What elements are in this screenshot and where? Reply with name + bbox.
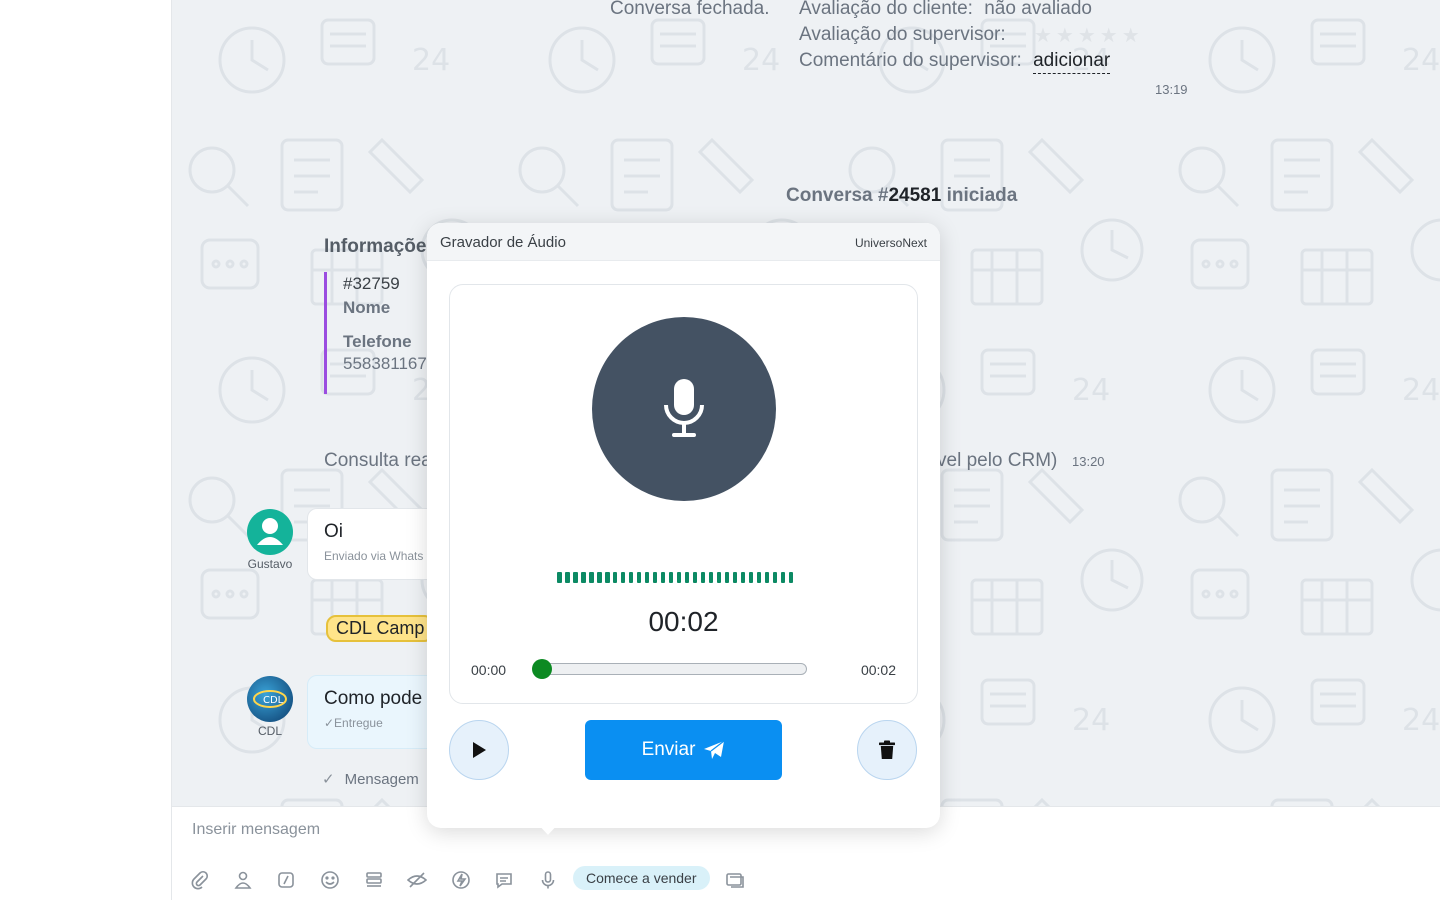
sender-name-gustavo: Gustavo [247, 557, 293, 571]
start-selling-pill[interactable]: Comece a vender [573, 866, 710, 890]
supervisor-rating-stars[interactable]: ★★★★★ [1034, 23, 1144, 48]
waveform-bar [668, 572, 674, 583]
recorder-brand: UniversoNext [854, 236, 927, 250]
waveform-bar [588, 572, 594, 583]
paper-plane-icon [704, 740, 725, 759]
client-rating-value: não avaliado [984, 0, 1092, 19]
waveform-bar [700, 572, 706, 583]
conversation-started-suffix: iniciada [941, 185, 1018, 206]
recorder-title: Gravador de Áudio [440, 234, 566, 251]
lightning-icon[interactable] [450, 869, 472, 891]
delete-recording-button[interactable] [857, 720, 917, 780]
user-icon [257, 518, 283, 545]
microphone-icon [664, 379, 704, 437]
supervisor-comment: Comentário do supervisor: adicionar [799, 50, 1111, 74]
waveform-bar [692, 572, 698, 583]
waveform-bar [644, 572, 650, 583]
waveform-bar [780, 572, 786, 583]
template-list-icon[interactable] [363, 869, 385, 891]
record-button[interactable] [592, 317, 776, 501]
waveform-bar [572, 572, 578, 583]
recorder-header: Gravador de Áudio UniversoNext [427, 223, 940, 261]
playback-track[interactable] [541, 663, 807, 675]
emoji-icon[interactable] [319, 869, 341, 891]
waveform-bar [772, 572, 778, 583]
waveform-bar [740, 572, 746, 583]
cdl-logo-icon: CDL [253, 690, 287, 708]
contact-icon[interactable] [232, 869, 254, 891]
send-audio-button[interactable]: Enviar [585, 720, 782, 780]
waveform-bar [732, 572, 738, 583]
send-label: Enviar [641, 739, 696, 760]
conversation-closed-text: Conversa fechada. [610, 0, 770, 19]
waveform-bar [660, 572, 666, 583]
left-pane [0, 0, 172, 900]
crm-line-left: Consulta rea [324, 450, 432, 471]
audio-recorder-modal: Gravador de Áudio UniversoNext 00:02 00:… [427, 223, 940, 835]
waveform-bar [708, 572, 714, 583]
waveform-bar [564, 572, 570, 583]
trash-icon [879, 740, 895, 759]
waveform-bar [557, 572, 562, 583]
waveform-bar [724, 572, 730, 583]
sender-name-cdl: CDL [257, 724, 282, 738]
message-input[interactable]: Inserir mensagem [192, 821, 320, 839]
waveform-bar [580, 572, 586, 583]
svg-text:CDL: CDL [263, 695, 284, 706]
waveform-bar [748, 572, 754, 583]
waveform-bar [620, 572, 626, 583]
waveform-bar [764, 572, 770, 583]
waveform-bar [596, 572, 602, 583]
avatar-gustavo [247, 509, 293, 555]
supervisor-comment-label: Comentário do supervisor: [799, 50, 1022, 71]
add-comment-link[interactable]: adicionar [1033, 50, 1111, 74]
message-status-line: ✓ Mensagem [322, 770, 419, 788]
waveform-bar [636, 572, 642, 583]
playback-end-time: 00:02 [860, 662, 896, 678]
private-note-icon[interactable] [406, 869, 428, 891]
client-rating-label: Avaliação do cliente: [799, 0, 973, 19]
play-button[interactable] [449, 720, 509, 780]
attach-icon[interactable] [189, 869, 211, 891]
waveform-bar [788, 572, 794, 583]
waveform-bar [628, 572, 634, 583]
recorder-panel: 00:02 00:00 00:02 [449, 284, 918, 704]
contact-info: Informaçõe #32759 Nome Telefone 55838116… [324, 236, 427, 394]
chat-bubble-icon[interactable] [493, 869, 515, 891]
playback-start-time: 00:00 [471, 662, 507, 678]
waveform-bar [676, 572, 682, 583]
client-rating: Avaliação do cliente: não avaliado [799, 0, 1092, 20]
window-icon[interactable] [724, 869, 746, 891]
playback-scrubber-thumb[interactable] [532, 659, 552, 679]
crm-timestamp: 13:20 [1072, 454, 1105, 469]
closed-timestamp: 13:19 [1155, 82, 1188, 97]
waveform-bar [684, 572, 690, 583]
crm-line-right: vel pelo CRM) [937, 450, 1058, 471]
waveform-bar [612, 572, 618, 583]
conversation-started-prefix: Conversa # [786, 185, 889, 206]
conversation-started: Conversa #24581 iniciada [786, 185, 1017, 207]
supervisor-rating-label: Avaliação do supervisor: [799, 24, 1006, 45]
campaign-tag[interactable]: CDL Camp [326, 615, 435, 642]
recording-timer: 00:02 [648, 606, 719, 637]
microphone-icon[interactable] [537, 869, 559, 891]
check-icon: ✓ [322, 771, 335, 788]
message-status-text: Mensagem [344, 771, 419, 788]
waveform-bar [756, 572, 762, 583]
play-icon [473, 742, 486, 758]
conversation-number: 24581 [888, 185, 942, 206]
contact-info-title: Informaçõe [324, 236, 427, 257]
waveform-bar [716, 572, 722, 583]
waveform-bar [652, 572, 658, 583]
popup-pointer [537, 823, 559, 835]
waveform-bar [604, 572, 610, 583]
avatar-cdl: CDL [247, 676, 293, 722]
recording-waveform [557, 572, 794, 583]
slash-command-icon[interactable] [275, 869, 297, 891]
